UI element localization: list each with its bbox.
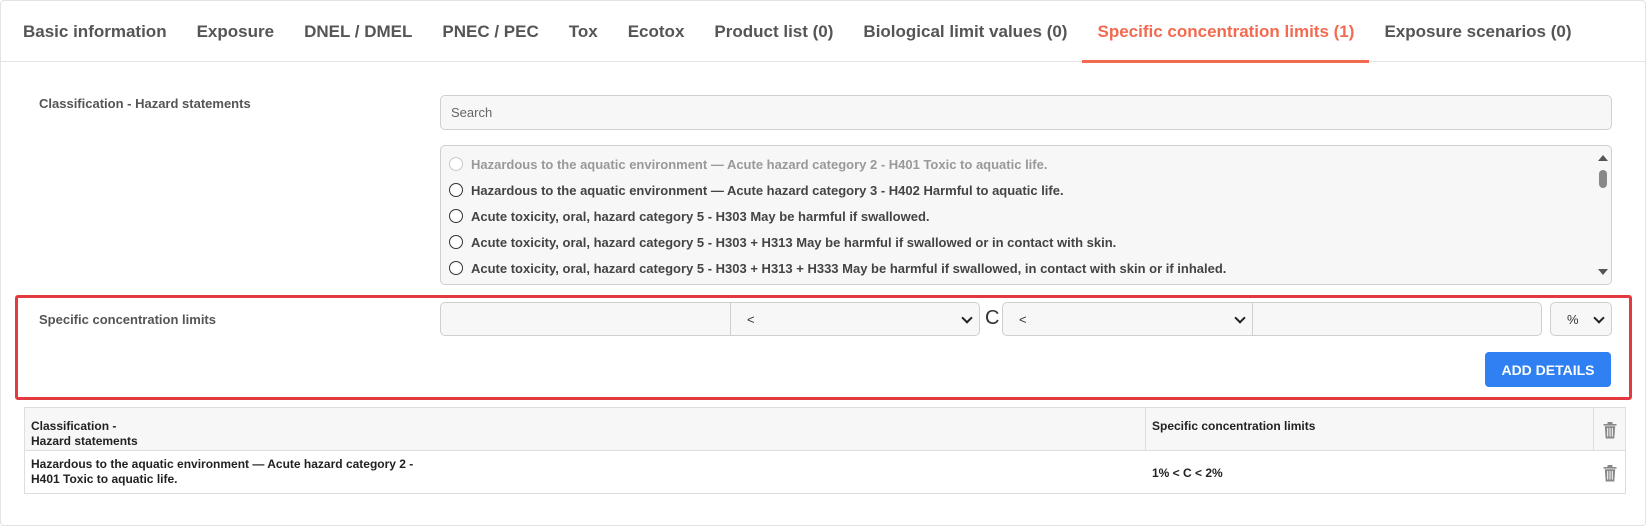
limits-table: Classification - Hazard statements Speci…: [24, 407, 1626, 494]
list-item[interactable]: Acute toxicity, oral, hazard category 5 …: [449, 205, 930, 227]
column-divider: [1145, 408, 1146, 451]
tab-ecotox[interactable]: Ecotox: [613, 1, 700, 62]
search-input[interactable]: [440, 95, 1612, 130]
list-item[interactable]: Acute toxicity, oral, hazard category 5 …: [449, 257, 1226, 279]
tab-tox[interactable]: Tox: [554, 1, 613, 62]
tab-product-list[interactable]: Product list (0): [699, 1, 848, 62]
list-item: Hazardous to the aquatic environment — A…: [449, 153, 1047, 175]
classification-label: Classification - Hazard statements: [39, 96, 251, 111]
tab-exposure[interactable]: Exposure: [182, 1, 289, 62]
tab-specific-concentration-limits[interactable]: Specific concentration limits (1): [1082, 1, 1370, 63]
chevron-down-icon: [1234, 312, 1246, 324]
substance-panel: Basic information Exposure DNEL / DMEL P…: [0, 0, 1646, 526]
radio-icon: [449, 157, 463, 171]
row-classification: Hazardous to the aquatic environment — A…: [31, 457, 414, 486]
trash-icon[interactable]: [1603, 422, 1617, 439]
upper-value-input[interactable]: [1252, 302, 1542, 336]
radio-icon[interactable]: [449, 209, 463, 223]
radio-icon[interactable]: [449, 183, 463, 197]
chevron-down-icon: [1593, 312, 1605, 324]
column-divider: [1593, 408, 1594, 451]
upper-operator-select[interactable]: <: [1002, 302, 1253, 336]
scroll-thumb[interactable]: [1599, 170, 1607, 188]
tab-basic-information[interactable]: Basic information: [8, 1, 182, 62]
tab-dnel-dmel[interactable]: DNEL / DMEL: [289, 1, 427, 62]
tab-exposure-scenarios[interactable]: Exposure scenarios (0): [1369, 1, 1586, 62]
c-variable-label: C: [985, 307, 1000, 329]
add-details-button[interactable]: ADD DETAILS: [1485, 352, 1611, 387]
list-item[interactable]: Hazardous to the aquatic environment — A…: [449, 179, 1064, 201]
list-item[interactable]: Acute toxicity, oral, hazard category 5 …: [449, 231, 1116, 253]
list-scrollbar[interactable]: [1595, 146, 1611, 284]
row-limits: 1% < C < 2%: [1152, 466, 1223, 480]
table-header: Classification - Hazard statements Speci…: [25, 408, 1625, 451]
column-header-classification: Classification - Hazard statements: [31, 419, 138, 448]
chevron-down-icon: [961, 312, 973, 324]
radio-icon[interactable]: [449, 261, 463, 275]
scroll-down-icon[interactable]: [1598, 269, 1608, 275]
scroll-up-icon[interactable]: [1598, 155, 1608, 161]
column-header-limits: Specific concentration limits: [1152, 419, 1316, 433]
tab-bar: Basic information Exposure DNEL / DMEL P…: [1, 1, 1645, 63]
unit-select[interactable]: %: [1550, 302, 1612, 336]
tab-biological-limit-values[interactable]: Biological limit values (0): [848, 1, 1082, 62]
tab-pnec-pec[interactable]: PNEC / PEC: [427, 1, 553, 62]
hazard-statement-list[interactable]: Hazardous to the aquatic environment — A…: [440, 145, 1612, 285]
trash-icon[interactable]: [1603, 465, 1617, 482]
lower-value-input[interactable]: [440, 302, 731, 336]
lower-operator-select[interactable]: <: [730, 302, 980, 336]
radio-icon[interactable]: [449, 235, 463, 249]
specific-concentration-limits-label: Specific concentration limits: [39, 312, 216, 327]
